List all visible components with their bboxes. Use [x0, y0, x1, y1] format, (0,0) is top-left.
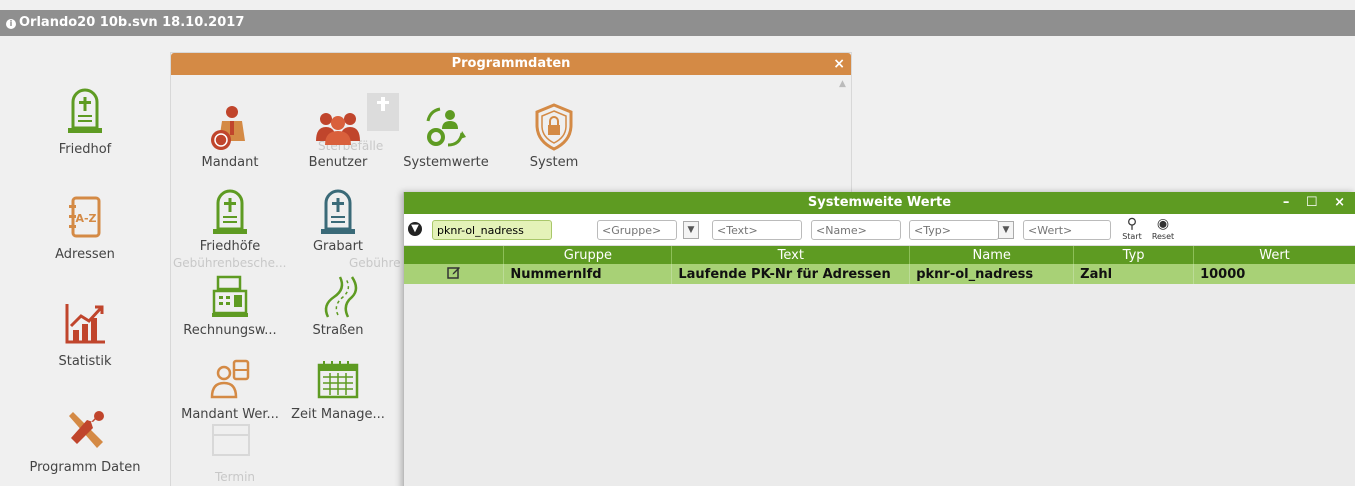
info-icon: i — [6, 19, 16, 29]
cell-gruppe: Nummernlfd — [503, 264, 673, 284]
tile-mandant-werte[interactable]: Mandant Wer... — [175, 357, 285, 422]
systemwerte-icon — [426, 107, 466, 147]
column-header-typ[interactable]: Typ — [1073, 246, 1195, 264]
tile-label: Benutzer — [308, 155, 368, 170]
window-title: Systemweite Werte — [807, 195, 952, 210]
scroll-up-icon[interactable]: ▲ — [839, 79, 849, 93]
svg-text:A-Z: A-Z — [75, 212, 96, 225]
start-button[interactable]: ⚲ Start — [1121, 216, 1143, 241]
column-header-text[interactable]: Text — [671, 246, 911, 264]
shield-icon — [535, 103, 573, 151]
tile-label: Grabart — [312, 239, 364, 254]
sidebar-item-label: Adressen — [55, 247, 115, 262]
cell-name: pknr-ol_nadress — [909, 264, 1075, 284]
window-controls[interactable]: – ☐ × — [1283, 192, 1351, 214]
tile-zeit-management[interactable]: Zeit Manage... — [283, 357, 393, 422]
text-filter[interactable] — [712, 220, 802, 240]
tile-mandant[interactable]: Mandant — [175, 103, 285, 170]
reset-button[interactable]: ◉ Reset — [1149, 216, 1177, 241]
tile-label: Systemwerte — [403, 155, 489, 170]
search-icon: ⚲ — [1126, 216, 1138, 232]
sidebar-item-adressen[interactable]: A-Z Adressen — [0, 195, 170, 262]
tile-label: Rechnungsw... — [183, 323, 277, 338]
cell-wert: 10000 — [1193, 264, 1355, 284]
calendar-icon — [317, 361, 359, 399]
tile-strassen[interactable]: Straßen — [283, 275, 393, 338]
systemwerte-table: Gruppe Text Name Typ Wert Nummernlfd Lau… — [404, 246, 1355, 284]
tile-rechnungswesen[interactable]: Rechnungsw... — [175, 275, 285, 338]
column-header-name[interactable]: Name — [909, 246, 1075, 264]
ghost-label-gebuehrenbesche: Gebührenbesche... — [173, 256, 287, 270]
chart-icon — [65, 304, 105, 344]
tile-label: Mandant — [201, 155, 259, 170]
table-row[interactable]: Nummernlfd Laufende PK-Nr für Adressen p… — [404, 264, 1355, 284]
tile-label: Zeit Manage... — [291, 407, 385, 422]
tile-label: System — [529, 155, 579, 170]
tile-benutzer[interactable]: Benutzer — [283, 103, 393, 170]
filter-bar: ▼ ▼ ▼ ⚲ Start ◉ Reset — [404, 214, 1355, 246]
gravestone-icon — [68, 88, 102, 133]
edit-cell[interactable] — [404, 264, 505, 284]
tile-label: Straßen — [312, 323, 364, 338]
mandant-werte-icon — [210, 359, 250, 399]
cash-register-icon — [212, 275, 248, 317]
reset-icon: ◉ — [1156, 216, 1170, 232]
search-input[interactable] — [432, 220, 552, 240]
sidebar-item-label: Programm Daten — [29, 460, 141, 475]
window-title: Programmdaten — [451, 56, 571, 71]
grabart-icon — [321, 189, 355, 234]
ghost-label-termin: Termin — [215, 470, 256, 484]
sidebar-item-statistik[interactable]: Statistik — [0, 302, 170, 369]
cell-typ: Zahl — [1073, 264, 1195, 284]
users-icon — [316, 113, 360, 145]
gravestone-icon — [213, 189, 247, 234]
table-header-row: Gruppe Text Name Typ Wert — [404, 246, 1355, 264]
sidebar-item-friedhof[interactable]: Friedhof — [0, 88, 170, 157]
tile-friedhoefe[interactable]: Friedhöfe — [175, 189, 285, 254]
gruppe-dropdown-icon[interactable]: ▼ — [683, 221, 699, 239]
arrow-down-icon[interactable]: ▼ — [408, 222, 422, 236]
tile-systemwerte[interactable]: Systemwerte — [391, 103, 501, 170]
tile-label: Mandant Wer... — [181, 407, 279, 422]
tile-grabart[interactable]: Grabart — [283, 189, 393, 254]
gruppe-filter[interactable] — [597, 220, 677, 240]
address-book-icon: A-Z — [69, 196, 101, 238]
column-header-gruppe[interactable]: Gruppe — [503, 246, 673, 264]
app-title: Orlando20 10b.svn 18.10.2017 — [19, 15, 245, 30]
wert-filter[interactable] — [1023, 220, 1111, 240]
tools-icon — [69, 411, 104, 448]
mandant-icon — [211, 106, 245, 150]
tile-label: Friedhöfe — [199, 239, 261, 254]
column-header-wert[interactable]: Wert — [1193, 246, 1355, 264]
typ-filter[interactable] — [909, 220, 999, 240]
sidebar-item-label: Friedhof — [58, 142, 112, 157]
app-title-bar: i Orlando20 10b.svn 18.10.2017 — [0, 10, 1355, 36]
programmdaten-title-bar: Programmdaten × — [171, 53, 851, 75]
typ-dropdown-icon[interactable]: ▼ — [998, 221, 1014, 239]
edit-icon[interactable] — [446, 265, 461, 279]
ghost-calendar-icon — [212, 424, 250, 456]
systemwerte-title-bar: Systemweite Werte – ☐ × — [404, 192, 1355, 214]
sidebar-item-label: Statistik — [58, 354, 112, 369]
road-icon — [324, 276, 358, 318]
name-filter[interactable] — [811, 220, 901, 240]
cell-text: Laufende PK-Nr für Adressen — [671, 264, 911, 284]
column-header-edit — [404, 246, 505, 264]
systemwerte-window: Systemweite Werte – ☐ × ▼ ▼ ▼ ⚲ Start ◉ … — [403, 192, 1355, 486]
close-icon[interactable]: × — [833, 53, 845, 75]
ghost-label-gebuehr: Gebühre — [349, 256, 401, 270]
sidebar-item-programm-daten[interactable]: Programm Daten — [0, 408, 170, 475]
tile-system[interactable]: System — [499, 103, 609, 170]
